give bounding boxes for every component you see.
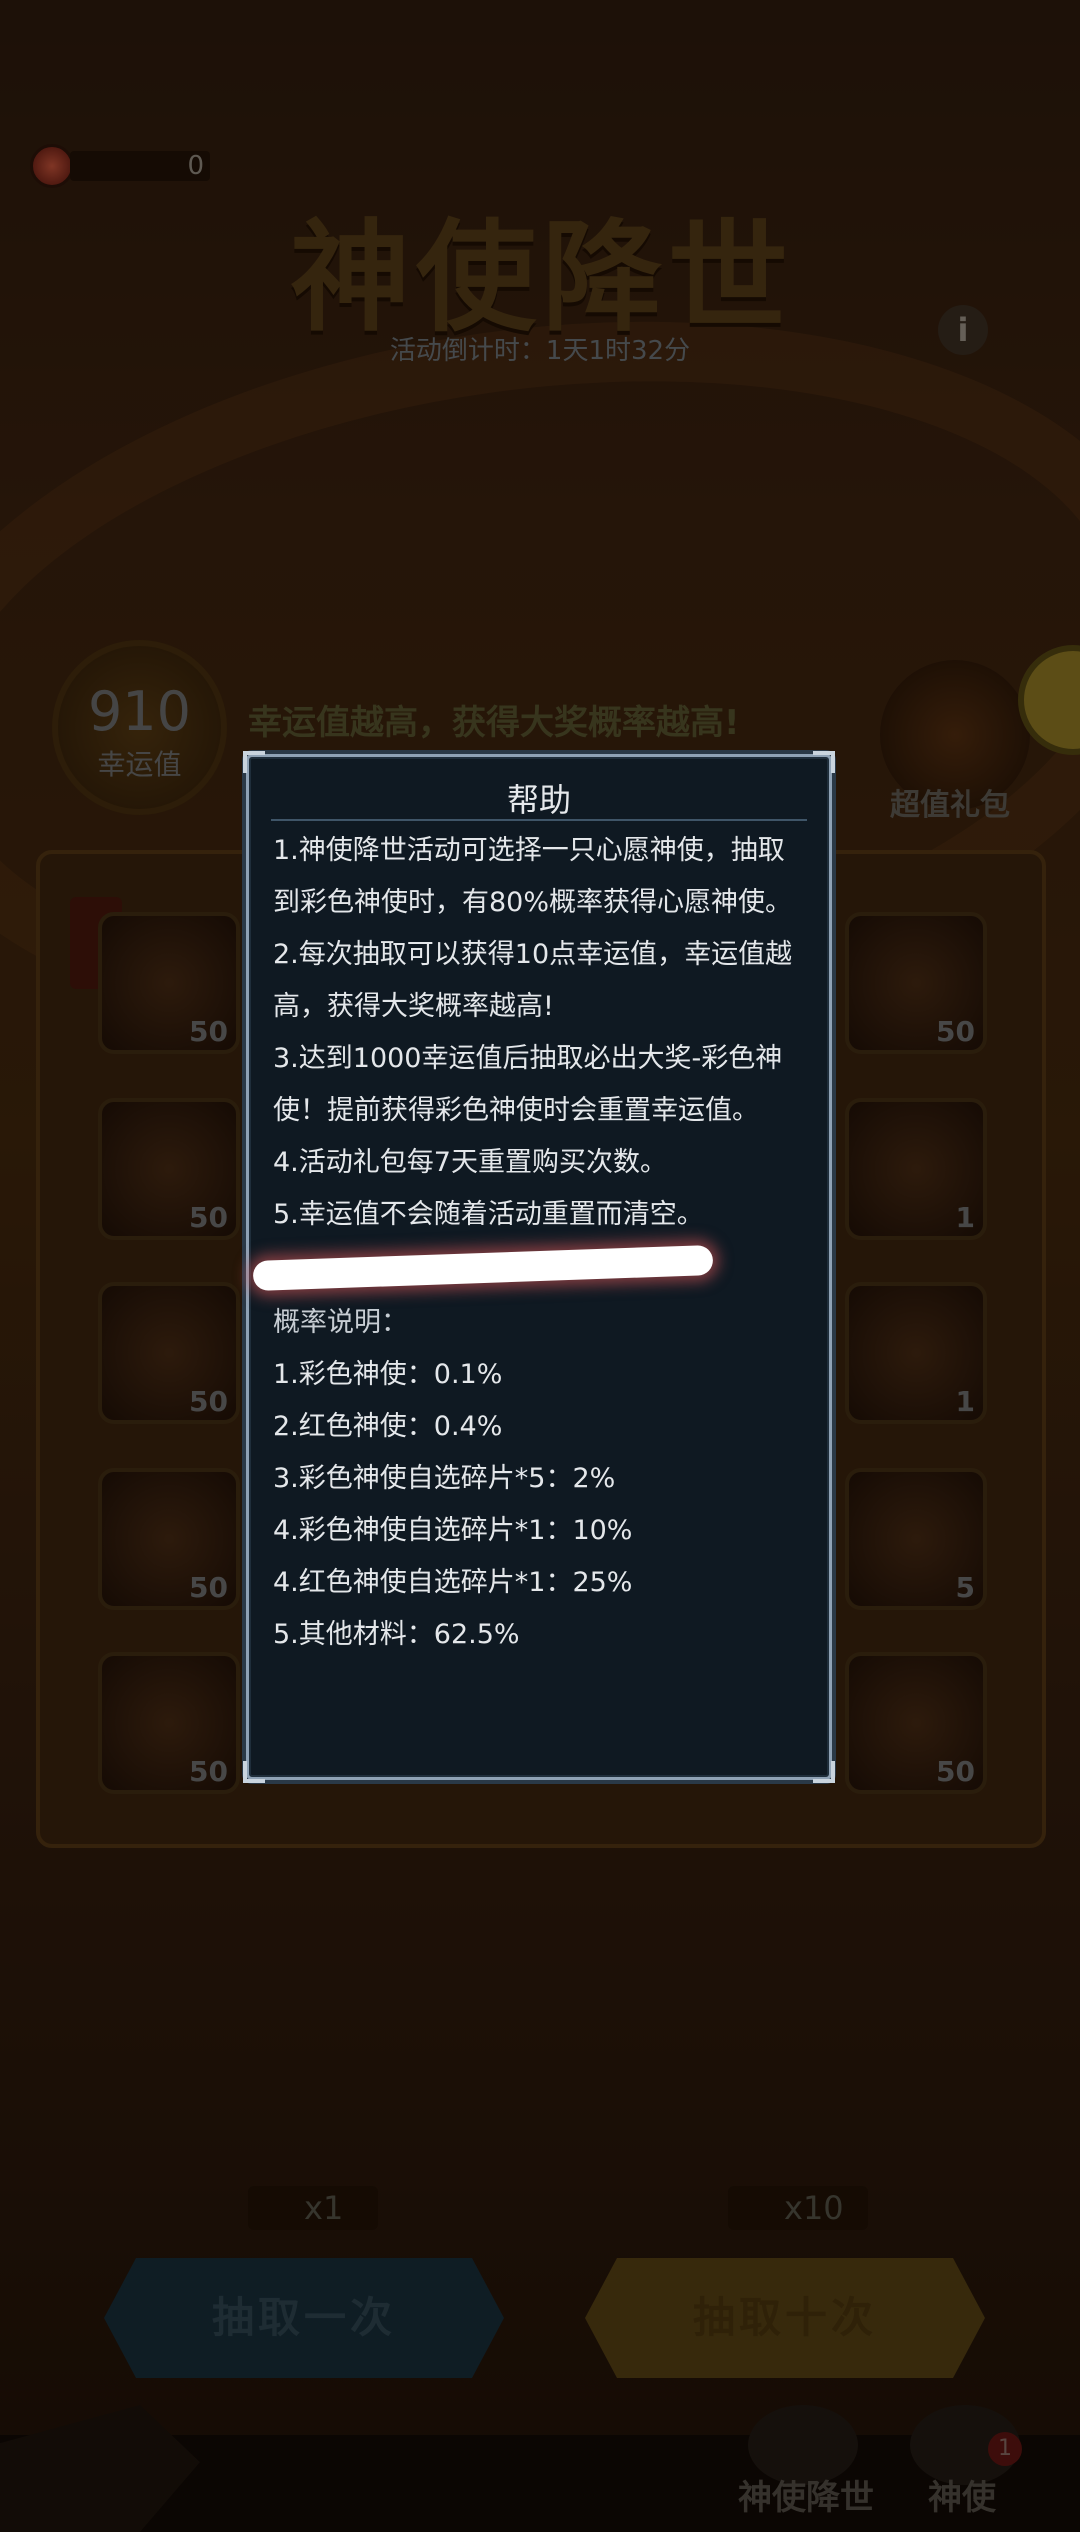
help-dialog: 帮助 1.神使降世活动可选择一只心愿神使，抽取到彩色神使时，有80%概率获得心愿… — [243, 751, 835, 1783]
rule-item: 3.达到1000幸运值后抽取必出大奖-彩色神使！提前获得彩色神使时会重置幸运值。 — [273, 1043, 783, 1126]
dialog-corner — [243, 751, 265, 773]
probability-item: 2.红色神使：0.4% — [273, 1411, 503, 1442]
probability-item: 4.红色神使自选碎片*1：25% — [273, 1567, 633, 1598]
rule-item: 4.活动礼包每7天重置购买次数。 — [273, 1147, 667, 1178]
redaction-scribble — [252, 1244, 714, 1292]
probability-item: 3.彩色神使自选碎片*5：2% — [273, 1463, 616, 1494]
probability-item: 1.彩色神使：0.1% — [273, 1359, 503, 1390]
probability-item: 5.其他材料：62.5% — [273, 1619, 520, 1650]
dialog-title: 帮助 — [506, 781, 571, 819]
title-divider — [271, 819, 807, 821]
rule-item: 1.神使降世活动可选择一只心愿神使，抽取到彩色神使时，有80%概率获得心愿神使。 — [273, 835, 793, 918]
rule-item: 5.幸运值不会随着活动重置而清空。 — [273, 1199, 704, 1230]
dialog-corner — [813, 1761, 835, 1783]
dialog-corner — [813, 751, 835, 773]
help-content[interactable]: 1.神使降世活动可选择一只心愿神使，抽取到彩色神使时，有80%概率获得心愿神使。… — [252, 825, 807, 1661]
probability-heading: 概率说明： — [273, 1307, 408, 1338]
probability-item: 4.彩色神使自选碎片*1：10% — [273, 1515, 633, 1546]
rule-item: 2.每次抽取可以获得10点幸运值，幸运值越高，获得大奖概率越高! — [273, 939, 793, 1022]
dialog-corner — [243, 1761, 265, 1783]
